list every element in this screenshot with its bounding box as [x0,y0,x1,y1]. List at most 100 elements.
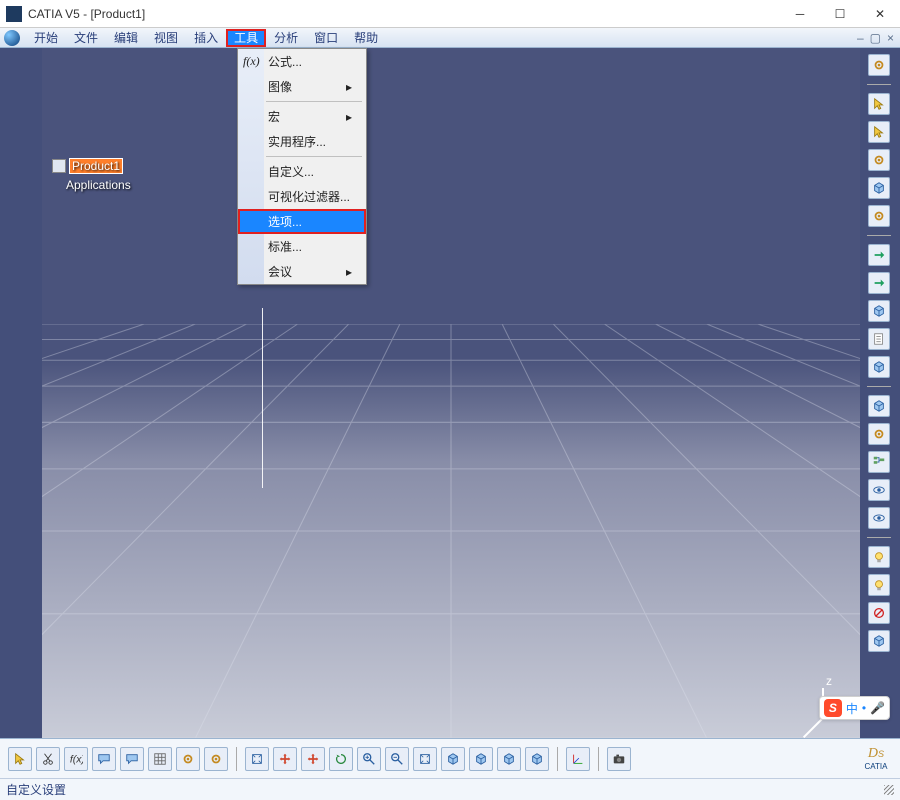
bottom-zoomin-button[interactable] [357,747,381,771]
right-toolbar-cube-19[interactable] [868,630,890,652]
bottom-axis-button[interactable] [566,747,590,771]
right-toolbar-eye-14[interactable] [868,479,890,501]
status-text: 自定义设置 [6,781,66,798]
axis-z-label: z [826,674,832,688]
catia-logo: DSCATIA [860,747,892,771]
right-toolbar-cube-10[interactable] [868,356,890,378]
menu-item-选项[interactable]: 选项... [238,209,366,234]
ime-dot-icon: • [862,701,866,715]
viewport-3d[interactable]: Product1 Applications z [42,48,860,738]
bottom-fit-button[interactable] [413,747,437,771]
menu-item-会议[interactable]: 会议▸ [238,259,366,284]
menu-item-label: 公式... [268,53,302,70]
bottom-cube-button[interactable] [525,747,549,771]
right-toolbar-eye-15[interactable] [868,507,890,529]
vertical-axis-line [262,308,263,488]
bottom-pan-button[interactable] [301,747,325,771]
ime-logo-icon: S [824,699,842,717]
tree-child-row[interactable]: Applications [66,178,131,192]
bottom-pan-button[interactable] [273,747,297,771]
bottom-toolbar: f(x) DSCATIA [0,738,900,778]
bottom-rotate-button[interactable] [329,747,353,771]
right-toolbar-bulb-17[interactable] [868,574,890,596]
bottom-cube-button[interactable] [497,747,521,771]
bottom-zoomout-button[interactable] [385,747,409,771]
bottom-fit-button[interactable] [245,747,269,771]
bottom-camera-button[interactable] [607,747,631,771]
bottom-fx-button[interactable]: f(x) [64,747,88,771]
right-toolbar-gear-12[interactable] [868,423,890,445]
tree-root-label[interactable]: Product1 [69,158,123,174]
svg-text:f(x): f(x) [70,753,83,765]
right-toolbar-bulb-16[interactable] [868,546,890,568]
bottom-cube-button[interactable] [469,747,493,771]
right-toolbar-gear-3[interactable] [868,149,890,171]
menu-文件[interactable]: 文件 [66,29,106,47]
menu-item-图像[interactable]: 图像 ▸ [238,74,366,99]
mdi-minimize-button[interactable]: – [857,31,864,45]
bottom-gear-button[interactable] [204,747,228,771]
menu-item-标准[interactable]: 标准... [238,234,366,259]
title-bar: CATIA V5 - [Product1] ─ ☐ ✕ [0,0,900,28]
menu-窗口[interactable]: 窗口 [306,29,346,47]
right-toolbar-cube-4[interactable] [868,177,890,199]
menu-分析[interactable]: 分析 [266,29,306,47]
menu-item-宏[interactable]: 宏▸ [238,104,366,129]
menu-视图[interactable]: 视图 [146,29,186,47]
menu-item-自定义[interactable]: 自定义... [238,159,366,184]
right-toolbar-gear-0[interactable] [868,54,890,76]
window-title: CATIA V5 - [Product1] [28,7,780,21]
menu-item-可视化过滤器[interactable]: 可视化过滤器... [238,184,366,209]
ime-badge[interactable]: S 中 • 🎤 [819,696,890,720]
ime-language-label: 中 [846,700,858,717]
menu-separator [266,101,362,102]
resize-grip-icon[interactable] [884,785,894,795]
close-button[interactable]: ✕ [860,0,900,27]
menu-编辑[interactable]: 编辑 [106,29,146,47]
maximize-button[interactable]: ☐ [820,0,860,27]
tree-root-row[interactable]: Product1 [52,158,131,174]
menu-工具[interactable]: 工具 [226,29,266,47]
tree-child-label: Applications [66,178,131,192]
right-toolbar-cursor-2[interactable] [868,121,890,143]
status-bar: 自定义设置 [0,778,900,800]
bottom-chat-button[interactable] [120,747,144,771]
mdi-restore-button[interactable]: ▢ [870,31,881,45]
right-toolbar-arrow-r-6[interactable] [868,244,890,266]
minimize-button[interactable]: ─ [780,0,820,27]
right-toolbar-gear-5[interactable] [868,205,890,227]
menu-item-实用程序[interactable]: 实用程序... [238,129,366,154]
menu-帮助[interactable]: 帮助 [346,29,386,47]
menu-item-label: 图像 [268,78,292,95]
spec-tree[interactable]: Product1 Applications [52,158,131,196]
right-toolbar-cursor-1[interactable] [868,93,890,115]
right-toolbar [860,48,898,652]
mdi-close-button[interactable]: × [887,31,894,45]
menu-item-label: 宏 [268,108,280,125]
bottom-grid-button[interactable] [148,747,172,771]
menu-item-label: 自定义... [268,163,314,180]
right-toolbar-cube-11[interactable] [868,395,890,417]
right-toolbar-tree-13[interactable] [868,451,890,473]
menu-开始[interactable]: 开始 [26,29,66,47]
bottom-cursor-button[interactable] [8,747,32,771]
menu-separator [266,156,362,157]
right-toolbar-no-18[interactable] [868,602,890,624]
app-icon [6,6,22,22]
menu-插入[interactable]: 插入 [186,29,226,47]
bottom-gear-button[interactable] [176,747,200,771]
right-toolbar-arrow-r-7[interactable] [868,272,890,294]
menu-item-label: 可视化过滤器... [268,188,350,205]
menu-item-公式[interactable]: f(x)公式... [238,49,366,74]
axis-indicator[interactable]: z [826,674,832,688]
submenu-arrow-icon: ▸ [346,80,352,94]
bottom-cube-button[interactable] [441,747,465,771]
product-icon [52,159,66,173]
bottom-cut-button[interactable] [36,747,60,771]
right-toolbar-cube-8[interactable] [868,300,890,322]
menu-item-label: 会议 [268,263,292,280]
ime-mic-icon[interactable]: 🎤 [870,701,885,715]
bottom-chat-button[interactable] [92,747,116,771]
right-toolbar-page-9[interactable] [868,328,890,350]
menu-bar: 开始文件编辑视图插入工具分析窗口帮助 – ▢ × [0,28,900,48]
